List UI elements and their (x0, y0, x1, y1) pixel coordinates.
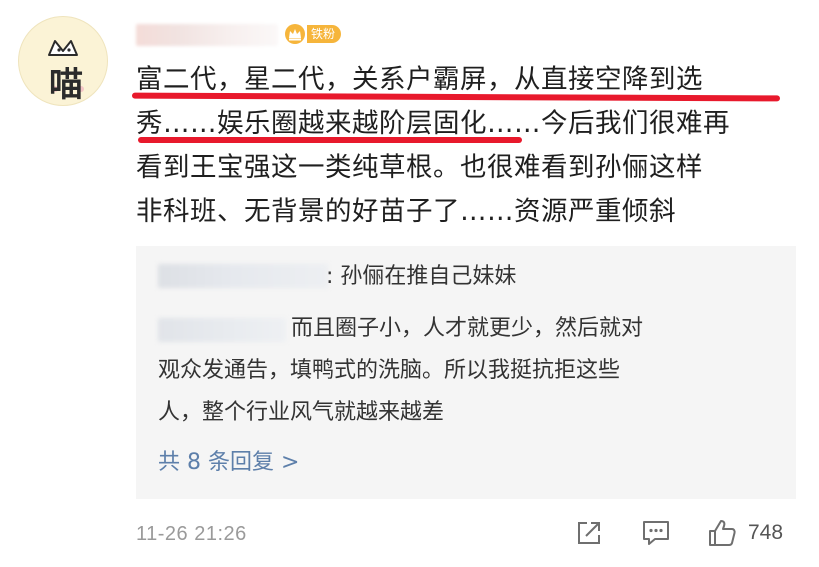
reply-line: 而且圈子小，人才就更少，然后就对 (291, 316, 644, 341)
comment-line: 看到王宝强这一类纯草根。也很难看到孙俪这样 (136, 152, 703, 183)
reply-line: 人，整个行业风气就越来越差 (158, 400, 445, 425)
reply-line: 观众发通告，填鸭式的洗脑。所以我挺抗拒这些 (158, 358, 621, 383)
share-button[interactable] (574, 516, 604, 550)
username-blurred[interactable] (136, 24, 278, 46)
replies-panel: : 孙俪在推自己妹妹 而且圈子小，人才就更少，然后就对 观众发通告，填鸭式的洗脑… (136, 246, 796, 499)
reply-username-blurred[interactable] (158, 264, 328, 288)
red-highlight-underline (138, 137, 522, 143)
avatar-text: 喵 (49, 65, 83, 105)
comment-button[interactable] (640, 516, 672, 550)
comment-icon (643, 521, 669, 545)
fan-badge: 铁粉 (284, 22, 342, 46)
share-icon (578, 522, 600, 544)
like-count: 748 (748, 521, 784, 544)
badge-label: 铁粉 (307, 25, 342, 43)
comment-text: 富二代，星二代，关系户霸屏，从直接空降到选 秀……娱乐圈越来越阶层固化……今后我… (136, 58, 788, 234)
more-replies-link[interactable]: 共 8 条回复 > (158, 448, 299, 478)
like-button[interactable]: 748 (706, 516, 783, 550)
crown-icon (285, 24, 305, 44)
like-icon (709, 520, 736, 546)
comment-line: 非科班、无背景的好苗子了……资源严重倾斜 (136, 196, 676, 227)
reply-item[interactable]: : 孙俪在推自己妹妹 (326, 262, 516, 292)
timestamp: 11-26 21:26 (136, 523, 247, 545)
reply-item[interactable]: 而且圈子小，人才就更少，然后就对 观众发通告，填鸭式的洗脑。所以我挺抗拒这些 人… (158, 308, 778, 434)
avatar[interactable]: 喵 (18, 16, 108, 106)
